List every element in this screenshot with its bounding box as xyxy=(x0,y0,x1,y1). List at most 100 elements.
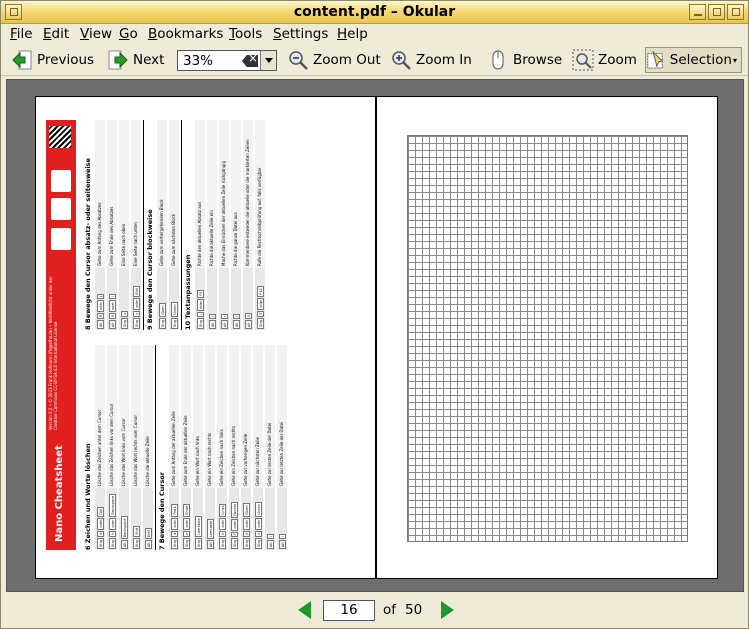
key-cap: \ xyxy=(266,534,274,540)
key-combo: Strg v xyxy=(119,268,129,330)
key-description: Gehe zur vorherigen Zeile xyxy=(241,345,251,488)
clear-icon[interactable] xyxy=(242,55,258,67)
menu-view-accel: V xyxy=(80,26,89,42)
key-combo: Strg y oder Bild xyxy=(131,268,141,330)
key-cap: 3 xyxy=(244,313,252,320)
maximize-button[interactable] xyxy=(708,4,725,20)
key-combo: Strg a oder Pos1 xyxy=(169,488,179,550)
key-description: Gehe ein Zeichen nach rechts xyxy=(229,345,239,488)
menu-view[interactable]: View xyxy=(80,26,112,42)
section-rows: Strg Oben Gehe zum vorhergehenden Block Str… xyxy=(157,120,179,330)
key-cap: oder xyxy=(108,517,116,530)
menu-settings-accel: S xyxy=(273,26,282,42)
cheatsheet-content: Nano Cheatsheet Version 0.2 • © 2023 Fra… xyxy=(46,120,366,550)
zoom-out-button[interactable]: Zoom Out xyxy=(287,48,381,72)
menu-help[interactable]: Help xyxy=(337,26,368,42)
key-cap: Strg xyxy=(242,537,250,549)
key-cap: n xyxy=(254,530,262,537)
key-cap: oder xyxy=(170,517,178,530)
key-cap: Entf xyxy=(132,525,140,537)
previous-page-icon[interactable] xyxy=(298,601,312,619)
document-viewport[interactable]: Nano Cheatsheet Version 0.2 • © 2023 Fra… xyxy=(6,79,744,592)
cheatsheet-row: Strg Joder F4 Richte den aktuellen Absatz a… xyxy=(195,120,205,330)
page-of-label: of xyxy=(383,602,397,618)
key-description: Mache das Einrücken der aktuellen Zeile … xyxy=(219,120,229,268)
menu-tools[interactable]: Tools xyxy=(229,26,262,42)
page-left: Nano Cheatsheet Version 0.2 • © 2023 Fra… xyxy=(35,96,376,579)
menu-bookmarks[interactable]: Bookmarks xyxy=(148,26,223,42)
key-cap: oder xyxy=(196,298,204,311)
cheatsheet-row: Alt 9 oder(Gehe zum Anfang des Absatzes xyxy=(95,120,105,330)
next-page-icon[interactable] xyxy=(441,601,455,619)
next-button[interactable]: Next xyxy=(107,48,164,72)
page-number-input[interactable]: 16 xyxy=(323,600,375,621)
key-cap: Alt xyxy=(266,540,274,549)
menu-file[interactable]: File xyxy=(10,26,33,42)
cheatsheet-row: Strg y oder Bild Eine Seite nach unten xyxy=(131,120,141,330)
zoom-value[interactable]: 33% xyxy=(183,53,213,69)
key-description: Gehe zur ersten Zeile der Datei xyxy=(265,345,275,488)
cheatsheet-row: Alt / Gehe zur letzten Zeile der Datei xyxy=(277,345,287,550)
key-combo: Alt 0 oder) xyxy=(107,268,117,330)
section-heading: 10 Textanpassungen xyxy=(184,254,192,330)
minimize-button[interactable] xyxy=(689,4,706,20)
key-cap: h xyxy=(108,530,116,537)
title-bar[interactable]: content.pdf – Okular xyxy=(1,1,748,24)
cheatsheet-row: Alt Leertaste Gehe ein Wort nach rechts xyxy=(205,345,215,550)
key-description: Kommentiere entweder die aktuelle oder d… xyxy=(243,120,253,268)
browse-tool-button[interactable]: Browse xyxy=(487,48,562,72)
key-combo: Alt / xyxy=(277,488,287,550)
cheatsheet-row: Strg e oder Ende Gehe zum Ende der aktuellen… xyxy=(181,345,191,550)
cheatsheet-row: Strg p oder Oben Gehe zur vorherigen Zeile xyxy=(241,345,251,550)
section-rows: Alt 9 oder(Gehe zum Anfang des Absatzes Alt… xyxy=(95,120,141,330)
menu-go-label: o xyxy=(129,26,138,42)
previous-button[interactable]: Previous xyxy=(11,48,94,72)
zoom-in-button[interactable]: Zoom In xyxy=(390,48,472,72)
zoom-rect-icon xyxy=(572,49,594,71)
key-cap: oder xyxy=(182,517,190,530)
zoom-label: Zoom xyxy=(598,52,637,68)
key-description: Gehe zum Anfang der aktuellen Zeile xyxy=(169,345,179,488)
key-combo: Alt \ xyxy=(265,488,275,550)
key-cap: Alt xyxy=(96,320,104,329)
menu-help-accel: H xyxy=(337,26,348,42)
section-divider xyxy=(181,120,182,330)
key-cap: Alt xyxy=(108,320,116,329)
zoom-tool-button[interactable]: Zoom xyxy=(572,48,637,72)
key-cap: f xyxy=(230,531,238,537)
key-cap: Strg xyxy=(256,317,264,329)
key-cap: oder xyxy=(218,517,226,530)
key-cap: Backspace xyxy=(120,516,128,540)
key-cap: y xyxy=(132,310,140,317)
selection-tool-button[interactable]: Selection ▾ xyxy=(645,47,742,73)
next-label: Next xyxy=(133,52,165,68)
menu-file-label: ile xyxy=(16,26,33,42)
section-rows: Strg d oder Del Lösche das Zeichen unter dem… xyxy=(95,345,153,550)
key-cap: 9 xyxy=(96,313,104,320)
cheatsheet-page: Nano Cheatsheet Version 0.2 • © 2023 Fra… xyxy=(38,97,375,580)
menu-edit[interactable]: Edit xyxy=(43,26,69,42)
key-combo: Strg p oder Oben xyxy=(241,488,251,550)
close-button[interactable] xyxy=(727,4,744,20)
menu-settings[interactable]: Settings xyxy=(273,26,328,42)
key-cap: F4 xyxy=(196,289,204,298)
section-heading: 9 Bewege den Cursor blockweise xyxy=(146,209,154,330)
zoom-combobox[interactable]: 33% xyxy=(177,50,277,71)
key-cap: F12 xyxy=(256,286,264,297)
key-description: Lösche das Wort rechts vom Cursor xyxy=(131,345,141,488)
key-description: Gehe zum Ende des Absatzes xyxy=(107,120,117,268)
key-cap: Alt xyxy=(120,540,128,549)
cheatsheet-row: Strg v Eine Seite nach oben xyxy=(119,120,129,330)
previous-label: Previous xyxy=(37,52,95,68)
key-cap: Strg xyxy=(196,317,204,329)
menu-go[interactable]: Go xyxy=(119,26,138,42)
menu-settings-label: ettings xyxy=(281,26,329,42)
cheatsheet-row: Alt I Mache das Einrücken der aktuellen Ze… xyxy=(219,120,229,330)
cheatsheet-row: Strg d oder Del Lösche das Zeichen unter dem… xyxy=(95,345,105,550)
key-description: Eine Seite nach unten xyxy=(131,120,141,268)
key-combo: Strg Toder F12 xyxy=(255,268,265,330)
cheatsheet-row: Alt 0 oder) Gehe zum Ende des Absatzes xyxy=(107,120,117,330)
menu-bookmarks-accel: B xyxy=(148,26,158,42)
key-combo: Strg Leertaste xyxy=(193,488,203,550)
chevron-down-icon[interactable] xyxy=(260,51,276,70)
